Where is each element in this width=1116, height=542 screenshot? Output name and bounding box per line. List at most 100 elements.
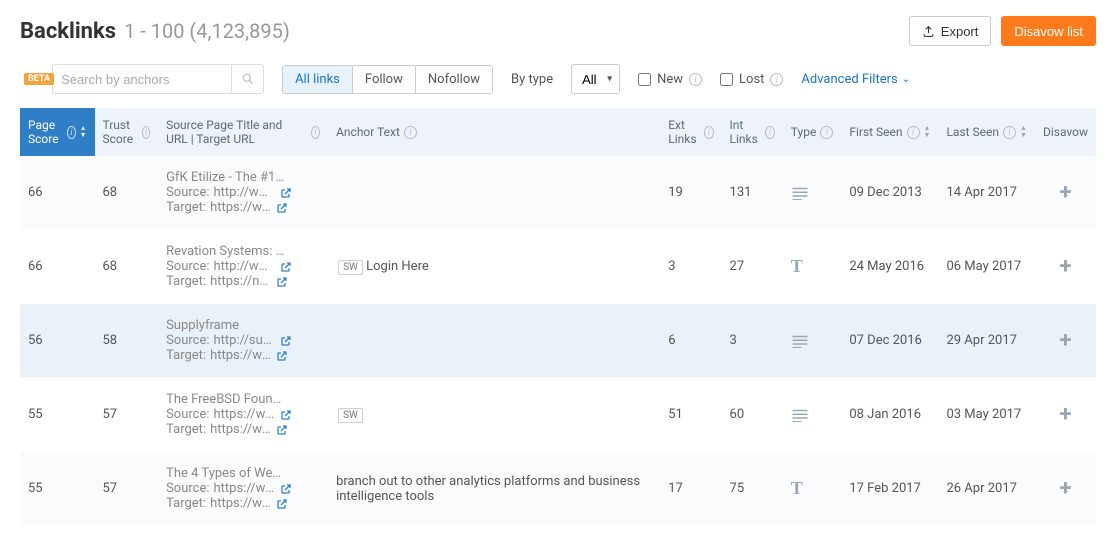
source-label: Source: xyxy=(166,407,209,422)
external-link-icon[interactable] xyxy=(276,350,288,362)
export-label: Export xyxy=(941,24,979,39)
col-last-seen[interactable]: Last Seen i ▲▼ xyxy=(938,108,1035,156)
add-disavow-button[interactable]: + xyxy=(1059,254,1071,279)
external-link-icon[interactable] xyxy=(280,335,292,347)
table-row[interactable]: 55 57 The FreeBSD Foundat… Source: https… xyxy=(20,378,1096,452)
lost-checkbox[interactable]: Lost i xyxy=(720,72,783,87)
sw-badge: SW xyxy=(338,408,363,423)
cell-source: Revation Systems: We… Source: http://ww…… xyxy=(158,230,328,304)
advanced-filters-link[interactable]: Advanced Filters ⌄ xyxy=(801,72,910,87)
cell-first-seen: 08 Jan 2016 xyxy=(841,378,938,452)
cell-last-seen: 03 May 2017 xyxy=(938,378,1035,452)
info-icon: i xyxy=(820,126,833,139)
add-disavow-button[interactable]: + xyxy=(1059,476,1071,501)
sort-icon: ▲▼ xyxy=(80,125,87,139)
external-link-icon[interactable] xyxy=(280,483,292,495)
cell-int-links: 131 xyxy=(722,156,783,230)
cell-last-seen: 14 Apr 2017 xyxy=(938,156,1035,230)
col-anchor[interactable]: Anchor Text i xyxy=(328,108,660,156)
bytype-label: By type xyxy=(511,72,553,87)
cell-disavow: + xyxy=(1035,156,1096,230)
source-url: http://ww… xyxy=(214,259,276,274)
external-link-icon[interactable] xyxy=(280,261,292,273)
new-checkbox-input[interactable] xyxy=(638,73,651,86)
cell-type xyxy=(783,304,842,378)
target-label: Target: xyxy=(166,422,206,437)
info-icon: i xyxy=(907,126,920,139)
external-link-icon[interactable] xyxy=(276,202,288,214)
external-link-icon[interactable] xyxy=(276,498,288,510)
col-trust-score[interactable]: Trust Score i xyxy=(95,108,159,156)
target-url: https://ww… xyxy=(210,200,272,215)
cell-int-links: 3 xyxy=(722,304,783,378)
source-url-line: Source: http://sup… xyxy=(166,333,320,348)
add-disavow-button[interactable]: + xyxy=(1059,402,1071,427)
cell-type: T xyxy=(783,452,842,526)
info-icon: i xyxy=(770,73,783,86)
source-label: Source: xyxy=(166,333,209,348)
col-disavow: Disavow xyxy=(1035,108,1096,156)
sw-badge: SW xyxy=(338,260,363,275)
col-page-score[interactable]: Page Score i ▲▼ xyxy=(20,108,95,156)
sort-icon: ▲▼ xyxy=(1020,125,1027,139)
cell-anchor xyxy=(328,304,660,378)
col-type[interactable]: Type i xyxy=(783,108,842,156)
info-icon: i xyxy=(1003,126,1016,139)
cell-ext-links: 3 xyxy=(660,230,721,304)
export-icon xyxy=(922,25,935,38)
add-disavow-button[interactable]: + xyxy=(1059,180,1071,205)
cell-trust-score: 68 xyxy=(95,156,159,230)
target-url-line: Target: https://ww… xyxy=(166,496,320,511)
col-source[interactable]: Source Page Title and URL | Target URL i xyxy=(158,108,328,156)
col-ext-links[interactable]: Ext Links i xyxy=(660,108,721,156)
search-button[interactable] xyxy=(232,64,264,94)
lost-checkbox-input[interactable] xyxy=(720,73,733,86)
cell-int-links: 27 xyxy=(722,230,783,304)
export-button[interactable]: Export xyxy=(909,16,992,46)
source-url: https://ww… xyxy=(214,481,276,496)
new-checkbox[interactable]: New i xyxy=(638,72,702,87)
table-row[interactable]: 66 68 GfK Etilize - The #1 Su… Source: h… xyxy=(20,156,1096,230)
col-int-links[interactable]: Int Links i xyxy=(722,108,783,156)
table-row[interactable]: 66 68 Revation Systems: We… Source: http… xyxy=(20,230,1096,304)
bytype-select[interactable]: All xyxy=(571,64,620,94)
table-row[interactable]: 55 57 The 4 Types of Websit… Source: htt… xyxy=(20,452,1096,526)
toolbar: BETA All links Follow Nofollow By type A… xyxy=(20,64,1096,94)
external-link-icon[interactable] xyxy=(280,187,292,199)
external-link-icon[interactable] xyxy=(276,276,288,288)
page-header: Backlinks 1 - 100 (4,123,895) Export Dis… xyxy=(20,16,1096,46)
external-link-icon[interactable] xyxy=(276,424,288,436)
tab-all-links[interactable]: All links xyxy=(283,66,353,93)
search-icon xyxy=(241,72,255,86)
cell-disavow: + xyxy=(1035,304,1096,378)
link-type-tabs: All links Follow Nofollow xyxy=(282,65,493,94)
target-url-line: Target: https://ww… xyxy=(166,422,320,437)
target-url-line: Target: https://ww… xyxy=(166,200,320,215)
cell-source: The 4 Types of Websit… Source: https://w… xyxy=(158,452,328,526)
source-title: Revation Systems: We… xyxy=(166,244,286,259)
disavow-button[interactable]: Disavow list xyxy=(1001,16,1096,46)
source-url: http://sup… xyxy=(214,333,276,348)
cell-page-score: 66 xyxy=(20,156,95,230)
external-link-icon[interactable] xyxy=(280,409,292,421)
tab-nofollow[interactable]: Nofollow xyxy=(416,66,492,93)
col-first-seen[interactable]: First Seen i ▲▼ xyxy=(841,108,938,156)
source-label: Source: xyxy=(166,185,209,200)
target-label: Target: xyxy=(166,496,206,511)
search-input[interactable] xyxy=(52,64,232,94)
info-icon: i xyxy=(311,126,320,139)
target-label: Target: xyxy=(166,200,206,215)
cell-int-links: 75 xyxy=(722,452,783,526)
cell-last-seen: 26 Apr 2017 xyxy=(938,452,1035,526)
backlinks-table: Page Score i ▲▼ Trust Score i Source Pag… xyxy=(20,108,1096,526)
tab-follow[interactable]: Follow xyxy=(353,66,416,93)
table-row[interactable]: 56 58 Supplyframe Source: http://sup… Ta… xyxy=(20,304,1096,378)
info-icon: i xyxy=(67,126,75,139)
source-label: Source: xyxy=(166,481,209,496)
sort-icon: ▲▼ xyxy=(924,125,931,139)
cell-source: GfK Etilize - The #1 Su… Source: http://… xyxy=(158,156,328,230)
cell-source: Supplyframe Source: http://sup… Target: … xyxy=(158,304,328,378)
add-disavow-button[interactable]: + xyxy=(1059,328,1071,353)
page-title: Backlinks xyxy=(20,19,116,44)
cell-trust-score: 58 xyxy=(95,304,159,378)
